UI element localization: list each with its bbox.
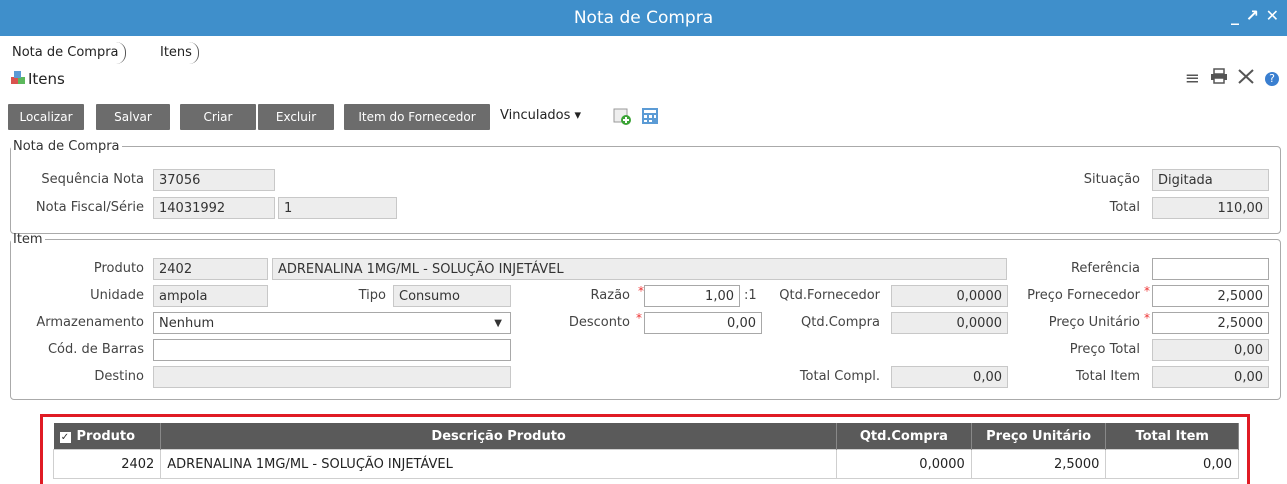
localizar-button[interactable]: Localizar [8,104,84,130]
grid-header-preco-unitario[interactable]: Preço Unitário [971,423,1107,450]
cell-preco-unitario: 2,5000 [970,449,1107,479]
add-item-icon[interactable] [612,106,632,126]
destino-field [153,366,511,388]
breadcrumb-nota-de-compra[interactable]: Nota de Compra [6,42,126,64]
print-icon[interactable] [1210,68,1234,89]
cubes-icon [11,71,25,84]
qtd-fornecedor-label: Qtd.Fornecedor [779,288,880,303]
calculator-icon[interactable] [640,106,660,126]
preco-unitario-input[interactable]: 2,5000 [1152,312,1269,334]
chevron-down-icon: ▼ [494,318,502,329]
preco-unitario-required-mark: * [1144,311,1150,325]
armazenamento-select[interactable]: Nenhum ▼ [153,312,511,334]
item-fornecedor-button[interactable]: Item do Fornecedor [344,104,490,130]
total-field: 110,00 [1152,197,1269,219]
seq-nota-field: 37056 [153,169,275,191]
close-button[interactable]: ✕ [1266,6,1279,25]
grid-header-total-item[interactable]: Total Item [1105,423,1239,450]
preco-unitario-label: Preço Unitário [1048,315,1140,330]
preco-total-field: 0,00 [1152,339,1269,361]
desconto-input[interactable]: 0,00 [644,312,762,334]
tipo-field: Consumo [393,285,511,307]
minimize-button[interactable]: _ [1231,6,1239,25]
unidade-field: ampola [153,285,268,307]
excluir-button[interactable]: Excluir [258,104,334,130]
unidade-label: Unidade [90,288,144,303]
grid-header-row: ✓ Produto Descrição Produto Qtd.Compra Pr… [53,423,1239,450]
total-compl-field: 0,00 [891,366,1008,388]
nota-fiscal-label: Nota Fiscal/Série [35,200,144,215]
seq-nota-label: Sequência Nota [41,172,144,187]
nota-de-compra-legend: Nota de Compra [13,139,120,154]
window-title: Nota de Compra [573,8,714,28]
cod-barras-label: Cód. de Barras [47,342,144,357]
nota-fiscal-field: 14031992 [153,197,275,219]
situacao-field: Digitada [1152,169,1269,191]
grid-header-qtd-compra[interactable]: Qtd.Compra [836,423,972,450]
produto-label: Produto [93,261,144,276]
tools-icon[interactable] [1237,68,1261,89]
salvar-button[interactable]: Salvar [96,104,170,130]
table-row[interactable]: 2402 ADRENALINA 1MG/ML - SOLUÇÃO INJETÁV… [52,449,1239,479]
armazenamento-value: Nenhum [159,316,215,331]
cell-total-item: 0,00 [1105,449,1239,479]
preco-total-label: Preço Total [1069,342,1140,357]
window-titlebar: Nota de Compra _ ↗ ✕ [0,0,1287,36]
qtd-fornecedor-field: 0,0000 [891,285,1008,307]
serie-field: 1 [278,197,397,219]
page-title-text: Itens [28,70,65,88]
referencia-input[interactable] [1152,258,1269,280]
destino-label: Destino [94,369,144,384]
desconto-label: Desconto [568,315,630,330]
item-legend: Item [13,232,43,247]
select-all-checkbox-icon[interactable]: ✓ [59,431,71,443]
total-label: Total [1109,200,1140,215]
tipo-label: Tipo [358,288,386,303]
help-icon[interactable]: ? [1265,72,1279,86]
items-grid: ✓ Produto Descrição Produto Qtd.Compra Pr… [52,423,1239,479]
cell-descricao: ADRENALINA 1MG/ML - SOLUÇÃO INJETÁVEL [160,449,837,479]
preco-fornecedor-required-mark: * [1144,284,1150,298]
total-item-field: 0,00 [1152,366,1269,388]
maximize-button[interactable]: ↗ [1246,6,1259,25]
referencia-label: Referência [1070,261,1140,276]
page-actions: ≡ ? [1181,68,1279,89]
armazenamento-label: Armazenamento [36,315,144,330]
grid-header-produto[interactable]: ✓ Produto [53,423,162,450]
razao-input[interactable]: 1,00 [644,285,740,307]
criar-button[interactable]: Criar [180,104,256,130]
cell-produto: 2402 [52,449,162,479]
produto-code-field: 2402 [153,258,268,280]
razao-label: Razão [590,288,630,303]
total-item-label: Total Item [1075,369,1140,384]
breadcrumb-itens[interactable]: Itens [154,42,199,64]
cell-qtd-compra: 0,0000 [836,449,972,479]
vinculados-dropdown[interactable]: Vinculados ▾ [500,108,581,123]
situacao-label: Situação [1083,172,1140,187]
produto-description-field: ADRENALINA 1MG/ML - SOLUÇÃO INJETÁVEL [272,258,1007,280]
cod-barras-input[interactable] [153,339,511,361]
menu-icon[interactable]: ≡ [1185,68,1200,89]
grid-header-descricao[interactable]: Descrição Produto [160,423,837,450]
total-compl-label: Total Compl. [799,369,880,384]
razao-suffix: :1 [744,288,757,303]
page-title: Itens [10,70,65,88]
preco-fornecedor-label: Preço Fornecedor [1027,288,1140,303]
qtd-compra-label: Qtd.Compra [801,315,880,330]
qtd-compra-field: 0,0000 [891,312,1008,334]
desconto-required-mark: * [636,311,642,325]
items-grid-highlight: ✓ Produto Descrição Produto Qtd.Compra Pr… [40,414,1250,484]
preco-fornecedor-input[interactable]: 2,5000 [1152,285,1269,307]
